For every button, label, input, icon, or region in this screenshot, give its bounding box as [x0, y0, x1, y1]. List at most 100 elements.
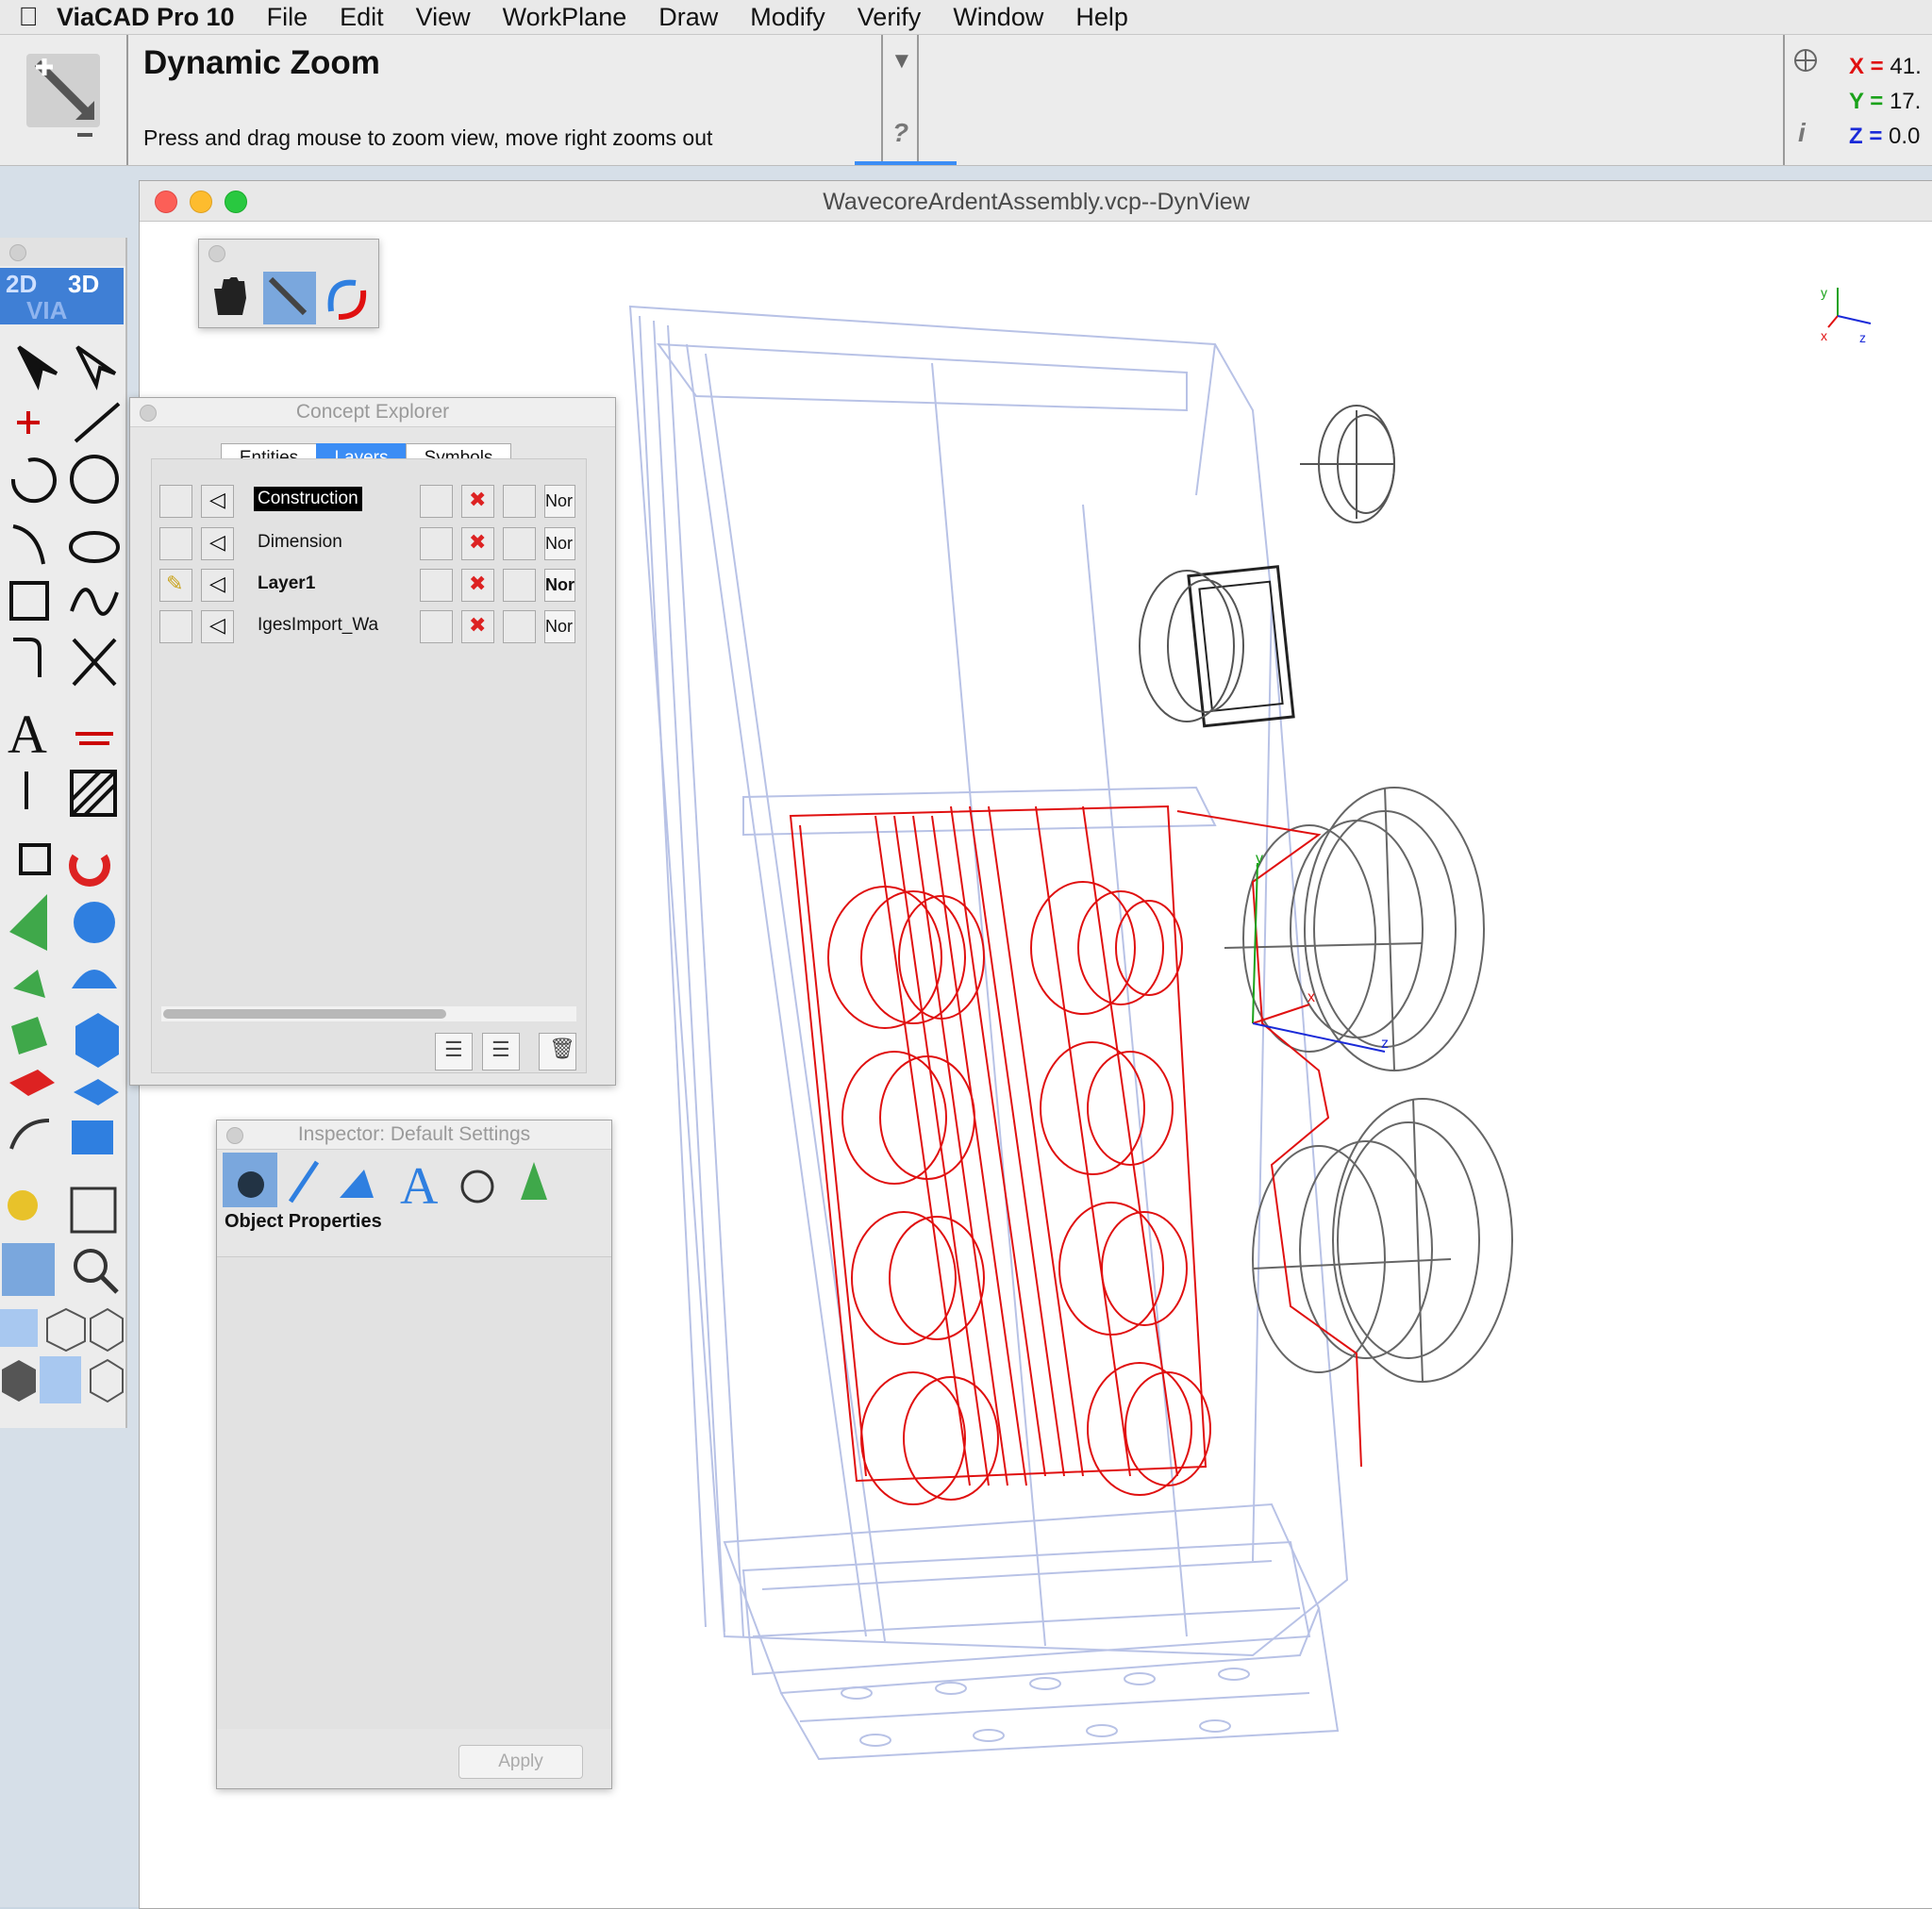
app-menu[interactable]: ViaCAD Pro 10: [57, 3, 235, 32]
layer-lock-checkbox[interactable]: [420, 485, 453, 518]
transform-icon[interactable]: [19, 843, 51, 875]
layer-color-swatch[interactable]: ✖: [461, 569, 494, 602]
menu-modify[interactable]: Modify: [750, 3, 825, 32]
dimension-icon[interactable]: [75, 732, 113, 745]
layer-color-swatch[interactable]: ✖: [461, 485, 494, 518]
layer-visible-toggle[interactable]: ◁: [201, 569, 234, 602]
layer-color-swatch[interactable]: ✖: [461, 610, 494, 643]
fillet-arc-icon[interactable]: [12, 524, 45, 565]
scrollbar-thumb[interactable]: [163, 1009, 446, 1019]
layer-print-checkbox[interactable]: [503, 485, 536, 518]
menu-view[interactable]: View: [416, 3, 471, 32]
document-titlebar[interactable]: WavecoreArdentAssembly.vcp--DynView: [140, 181, 1932, 222]
shaded-wire-view-icon[interactable]: [40, 1356, 81, 1403]
menu-edit[interactable]: Edit: [340, 3, 384, 32]
layer-render-mode[interactable]: Nor: [544, 610, 575, 643]
layer-render-mode[interactable]: Nor: [544, 569, 575, 602]
layer-render-mode[interactable]: Nor: [544, 527, 575, 560]
dynamic-zoom-selected-icon[interactable]: [2, 1243, 55, 1296]
menu-verify[interactable]: Verify: [858, 3, 922, 32]
close-palette-button[interactable]: [226, 1127, 243, 1144]
pen-style-icon[interactable]: [288, 1160, 320, 1204]
close-palette-button[interactable]: [208, 245, 225, 262]
menu-file[interactable]: File: [267, 3, 308, 32]
layer-edit-checkbox[interactable]: [159, 527, 192, 560]
delete-layer-button[interactable]: 🗑: [539, 1033, 576, 1071]
rotate-view-icon[interactable]: [327, 279, 357, 312]
close-palette-button[interactable]: [9, 244, 26, 261]
select-secondary-icon[interactable]: [75, 345, 117, 390]
outline-view-icon[interactable]: [90, 1307, 124, 1353]
info-icon[interactable]: i: [1798, 118, 1806, 148]
layer-visible-toggle[interactable]: ◁: [201, 527, 234, 560]
zoom-magnifier-icon[interactable]: [74, 1249, 108, 1283]
fill-style-icon[interactable]: [340, 1170, 374, 1198]
revolve-icon[interactable]: [13, 970, 45, 998]
help-icon[interactable]: ?: [892, 118, 908, 148]
horizontal-scrollbar[interactable]: [161, 1006, 576, 1021]
layer-visible-toggle[interactable]: ◁: [201, 485, 234, 518]
extrude-icon[interactable]: [9, 894, 47, 951]
layer-print-checkbox[interactable]: [503, 610, 536, 643]
dimension-style-icon[interactable]: [460, 1170, 494, 1204]
menu-window[interactable]: Window: [953, 3, 1043, 32]
2d-3d-toggle[interactable]: 2D 3D VIA: [0, 268, 124, 324]
layout-icon[interactable]: [70, 1187, 117, 1234]
spline-icon[interactable]: [70, 588, 119, 616]
dynamic-zoom-tool-icon[interactable]: [0, 35, 128, 165]
pan-hand-icon[interactable]: [214, 277, 246, 315]
layer-color-swatch[interactable]: ✖: [461, 527, 494, 560]
menu-workplane[interactable]: WorkPlane: [503, 3, 627, 32]
material-style-icon[interactable]: [521, 1162, 547, 1200]
layer-name[interactable]: Layer1: [258, 573, 315, 594]
rectangle-icon[interactable]: [9, 581, 49, 621]
layer-name[interactable]: Dimension: [258, 532, 342, 553]
box-icon[interactable]: [75, 1013, 119, 1068]
push-pull-icon[interactable]: [74, 1079, 119, 1105]
snap-target-icon[interactable]: [1791, 46, 1820, 79]
add-layer-button[interactable]: ☰: [435, 1033, 473, 1071]
point-icon[interactable]: [17, 411, 40, 434]
tool-palette-titlebar[interactable]: [0, 238, 125, 266]
layer-edit-checkbox[interactable]: [159, 485, 192, 518]
hidden-line-icon[interactable]: [46, 1307, 86, 1353]
shaded-view-icon[interactable]: [2, 1360, 36, 1402]
sweep-icon[interactable]: [72, 970, 117, 988]
layer-print-checkbox[interactable]: [503, 569, 536, 602]
shell-icon[interactable]: [9, 1070, 55, 1096]
trim-icon[interactable]: [72, 638, 117, 687]
render-sphere-icon[interactable]: [8, 1190, 38, 1220]
loft-icon[interactable]: [11, 1017, 47, 1054]
line-icon[interactable]: [74, 402, 121, 443]
select-arrow-icon[interactable]: [17, 345, 58, 390]
layer-name[interactable]: IgesImport_Wa: [258, 615, 418, 636]
sphere-icon[interactable]: [74, 902, 115, 943]
apple-menu-icon[interactable]: : [0, 0, 57, 34]
layer-print-checkbox[interactable]: [503, 527, 536, 560]
layer-edit-checkbox[interactable]: ✎: [159, 569, 192, 602]
layer-edit-checkbox[interactable]: [159, 610, 192, 643]
text-style-icon[interactable]: A: [400, 1157, 439, 1209]
chevron-down-icon[interactable]: ▼: [891, 48, 913, 75]
blend-g2-icon[interactable]: [9, 1119, 50, 1150]
ellipse-icon[interactable]: [69, 531, 120, 563]
boolean-icon[interactable]: [72, 1120, 113, 1154]
magnet-snap-icon[interactable]: [69, 854, 110, 887]
layer-render-mode[interactable]: Nor: [544, 485, 575, 518]
layer-options-button[interactable]: ☰: [482, 1033, 520, 1071]
layer-visible-toggle[interactable]: ◁: [201, 610, 234, 643]
menu-help[interactable]: Help: [1075, 3, 1128, 32]
layer-lock-checkbox[interactable]: [420, 527, 453, 560]
layer-name[interactable]: Construction: [254, 487, 362, 511]
apply-button[interactable]: Apply: [458, 1745, 583, 1779]
arc-icon[interactable]: [10, 457, 57, 504]
wireframe-view-icon[interactable]: [0, 1309, 38, 1347]
menu-draw[interactable]: Draw: [658, 3, 718, 32]
render-view-icon[interactable]: [90, 1358, 124, 1403]
circle-icon[interactable]: [70, 455, 119, 504]
layer-lock-checkbox[interactable]: [420, 569, 453, 602]
text-tool-icon[interactable]: A: [8, 704, 47, 765]
close-palette-button[interactable]: [140, 405, 157, 422]
corner-fillet-icon[interactable]: [13, 638, 42, 677]
layer-lock-checkbox[interactable]: [420, 610, 453, 643]
